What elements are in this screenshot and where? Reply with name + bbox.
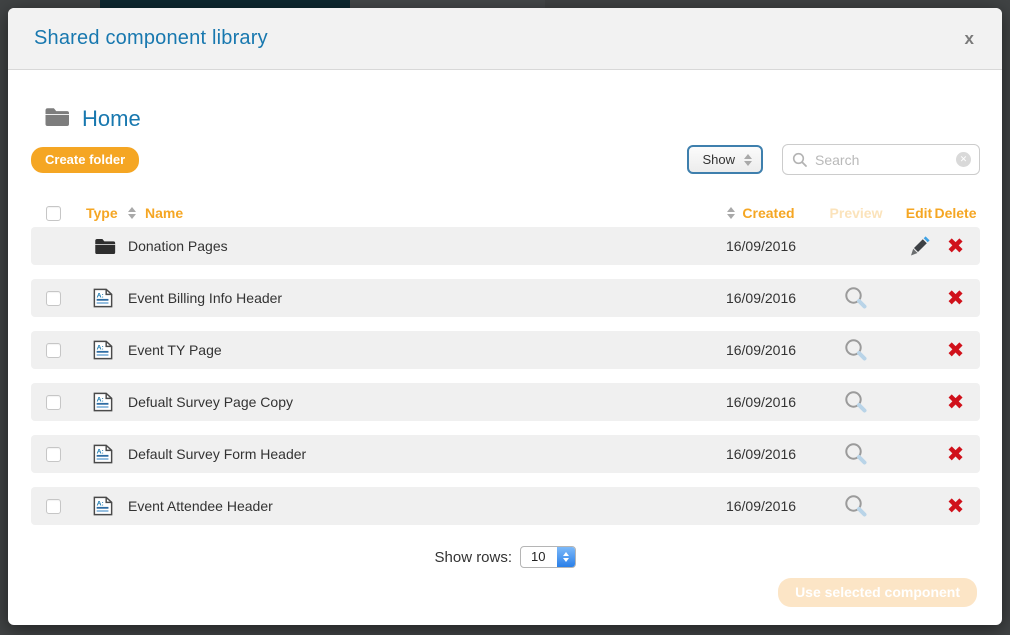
breadcrumb-home-label[interactable]: Home [82,106,141,132]
preview-magnifier-icon[interactable] [809,493,903,519]
row-name[interactable]: Event Attendee Header [128,498,713,514]
show-rows-value: 10 [521,547,556,567]
sort-icon [727,207,735,219]
search-icon [792,152,808,168]
header-preview: Preview [809,205,903,221]
pagination: Show rows: 10 [8,546,1002,568]
header-name[interactable]: Name [128,205,713,221]
breadcrumb: Home [44,106,1002,132]
delete-icon[interactable]: ✖ [947,340,965,361]
row-checkbox[interactable] [46,447,61,462]
sort-icon [128,207,136,219]
row-name[interactable]: Event Billing Info Header [128,290,713,306]
header-type: Type [86,205,128,221]
show-rows-select[interactable]: 10 [520,546,575,568]
document-icon: A: [86,444,128,464]
select-all-checkbox[interactable] [46,206,61,221]
row-created: 16/09/2016 [713,290,809,306]
row-created: 16/09/2016 [713,498,809,514]
delete-icon[interactable]: ✖ [947,236,965,257]
row-checkbox[interactable] [46,291,61,306]
close-icon[interactable]: x [965,30,974,47]
folder-icon [44,106,70,132]
header-delete: Delete [935,205,976,221]
row-name[interactable]: Donation Pages [128,238,713,254]
table-row: Donation Pages 16/09/2016 ✖ [31,227,980,265]
delete-icon[interactable]: ✖ [947,496,965,517]
row-created: 16/09/2016 [713,238,809,254]
preview-magnifier-icon[interactable] [809,337,903,363]
modal-header: Shared component library x [8,8,1002,70]
create-folder-button[interactable]: Create folder [31,147,139,173]
row-checkbox[interactable] [46,499,61,514]
row-created: 16/09/2016 [713,446,809,462]
delete-icon[interactable]: ✖ [947,444,965,465]
table-row: A: Event TY Page 16/09/2016 ✖ [31,331,980,369]
preview-magnifier-icon[interactable] [809,285,903,311]
row-checkbox[interactable] [46,343,61,358]
delete-icon[interactable]: ✖ [947,288,965,309]
row-created: 16/09/2016 [713,394,809,410]
row-created: 16/09/2016 [713,342,809,358]
row-name[interactable]: Defualt Survey Page Copy [128,394,713,410]
search-input[interactable] [815,152,956,168]
svg-text:A:: A: [97,293,104,300]
header-created[interactable]: Created [713,205,809,221]
select-stepper-icon [557,547,575,567]
show-dropdown-label: Show [702,152,735,167]
folder-icon [86,237,128,255]
delete-icon[interactable]: ✖ [947,392,965,413]
document-icon: A: [86,496,128,516]
table-row: A: Event Attendee Header 16/09/2016 ✖ [31,487,980,525]
toolbar-right: Show ✕ [687,144,980,175]
document-icon: A: [86,340,128,360]
header-edit: Edit [903,205,935,221]
clear-search-icon[interactable]: ✕ [956,152,971,167]
preview-magnifier-icon[interactable] [809,389,903,415]
table-header-row: Type Name Created Preview Edit Delete [31,199,980,227]
chevron-updown-icon [744,154,752,166]
row-checkbox[interactable] [46,395,61,410]
use-selected-component-button[interactable]: Use selected component [778,578,977,607]
show-rows-label: Show rows: [435,549,513,566]
document-icon: A: [86,392,128,412]
table-row: A: Default Survey Form Header 16/09/2016… [31,435,980,473]
row-name[interactable]: Event TY Page [128,342,713,358]
modal-title: Shared component library [34,27,268,50]
svg-text:A:: A: [97,501,104,508]
edit-pencil-icon[interactable] [903,234,935,258]
row-name[interactable]: Default Survey Form Header [128,446,713,462]
svg-text:A:: A: [97,449,104,456]
table-row: A: Event Billing Info Header 16/09/2016 … [31,279,980,317]
preview-magnifier-icon[interactable] [809,441,903,467]
toolbar: Create folder Show ✕ [31,144,980,175]
modal-footer: Use selected component [8,578,977,607]
svg-text:A:: A: [97,397,104,404]
search-box: ✕ [782,144,980,175]
document-icon: A: [86,288,128,308]
show-dropdown[interactable]: Show [687,145,763,174]
svg-text:A:: A: [97,345,104,352]
table-row: A: Defualt Survey Page Copy 16/09/2016 ✖ [31,383,980,421]
shared-component-library-modal: Shared component library x Home Create f… [8,8,1002,625]
